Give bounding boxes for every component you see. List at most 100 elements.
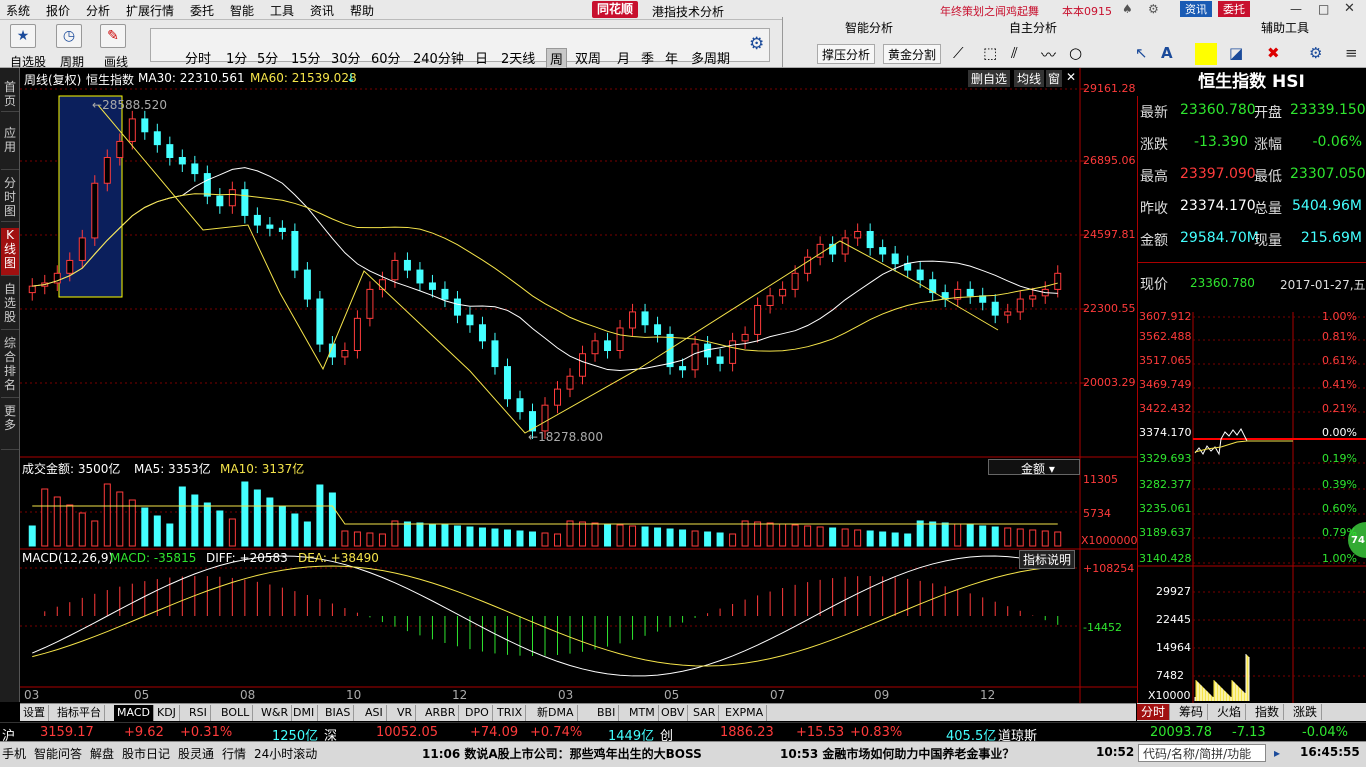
period-30min[interactable]: 30分 [331,48,361,67]
tab-ranking[interactable]: 综合排名 [1,336,19,398]
status-market[interactable]: 行情 [222,745,246,762]
indicator-tab-rsi[interactable]: RSI [186,705,211,721]
indicator-tab-expma[interactable]: EXPMA [722,705,768,721]
period-settings-icon[interactable]: ⚙ [749,34,764,54]
sz-value[interactable]: 10052.05 [376,725,438,740]
indicator-tab-kdj[interactable]: KDJ [154,705,180,721]
tab-apps[interactable]: 应用 [1,126,19,170]
tab-chips[interactable]: 筹码 [1175,704,1209,720]
menu-smart[interactable]: 智能 [230,2,254,19]
period-year[interactable]: 年 [665,48,678,67]
period-clock-icon[interactable]: ◷ [56,24,82,48]
rect-draw-icon[interactable]: ⬚ [983,44,997,62]
text-tool-icon[interactable]: A [1161,44,1173,62]
indicator-tab-dpo[interactable]: DPO [462,705,493,721]
golden-section-button[interactable]: 黄金分割 [883,44,942,64]
tab-flame[interactable]: 火焰 [1213,704,1247,720]
cy-value[interactable]: 1886.23 [720,725,774,740]
period-multi[interactable]: 多周期 [691,48,730,67]
indicator-help-button[interactable]: 指标说明 [1019,550,1076,569]
close-icon[interactable]: ✕ [1344,1,1355,16]
period-1min[interactable]: 1分 [226,48,247,67]
period-biweek[interactable]: 双周 [575,48,601,67]
indicator-tab-[interactable]: 设置 [20,705,49,721]
bookmark-icon[interactable]: ◪ [1229,44,1243,62]
indicator-tab-mtm[interactable]: MTM [626,705,659,721]
indicator-tab-macd[interactable]: MACD [114,705,154,721]
more-tools-icon[interactable]: ≡ [1345,44,1358,62]
period-60min[interactable]: 60分 [371,48,401,67]
menu-quote[interactable]: 报价 [46,2,70,19]
cursor-icon[interactable]: ↖ [1135,44,1148,62]
menu-info[interactable]: 资讯 [310,2,334,19]
menu-help[interactable]: 帮助 [350,2,374,19]
search-arrow-icon[interactable]: ▸ [1274,746,1280,760]
period-5min[interactable]: 5分 [257,48,278,67]
period-intraday[interactable]: 分时 [185,48,211,67]
draw-pen-icon[interactable]: ✎ [100,24,126,48]
indicator-tab-asi[interactable]: ASI [362,705,387,721]
menu-tools[interactable]: 工具 [270,2,294,19]
period-2day[interactable]: 2天线 [501,48,535,67]
indicator-tab-dmi[interactable]: DMI [290,705,319,721]
tool-settings-icon[interactable]: ⚙ [1309,44,1322,62]
ma-button[interactable]: 均线 [1014,70,1045,87]
watchlist-star-icon[interactable]: ★ [10,24,36,48]
tab-watchlist[interactable]: 自选股 [1,282,19,330]
status-smart-qa[interactable]: 智能问答 [34,745,82,762]
tab-intraday-mini[interactable]: 分时 [1137,704,1171,720]
indicator-tab-arbr[interactable]: ARBR [422,705,460,721]
volume-type-select[interactable]: 金额 ▾ [988,459,1080,476]
dj-value[interactable]: 20093.78 [1150,725,1212,740]
indicator-tab-wr[interactable]: W&R [258,705,293,721]
maximize-icon[interactable]: □ [1318,2,1329,16]
tab-updown[interactable]: 涨跌 [1289,704,1323,720]
support-resistance-button[interactable]: 撑压分析 [817,44,876,64]
news-ticker-1[interactable]: 11:06 数说A股上市公司：那些鸡年出生的大BOSS [422,745,702,762]
indicator-tab-dma[interactable]: 新DMA [534,705,578,721]
indicator-tab-obv[interactable]: OBV [658,705,689,721]
tab-kline[interactable]: K线图 [1,228,19,276]
status-commentary[interactable]: 解盘 [90,745,114,762]
indicator-tab-vr[interactable]: VR [394,705,417,721]
parallel-draw-icon[interactable]: ⫽ [1011,44,1018,62]
trade-button[interactable]: 委托 [1218,1,1250,18]
period-240min[interactable]: 240分钟 [413,48,464,67]
status-mobile[interactable]: 手机 [2,745,26,762]
kline-chart[interactable] [20,68,1137,703]
circle-draw-icon[interactable]: ○ [1069,44,1082,62]
tab-home[interactable]: 首页 [1,80,19,112]
tab-more[interactable]: 更多 [1,404,19,450]
shirt-icon[interactable]: ♠ [1122,2,1133,16]
search-input[interactable]: 代码/名称/简拼/功能 [1138,744,1266,762]
window-button[interactable]: 窗 [1046,70,1063,87]
line-draw-icon[interactable]: ⟋ [953,44,964,62]
delete-icon[interactable]: ✖ [1267,44,1280,62]
indicator-tab-trix[interactable]: TRIX [494,705,527,721]
tab-index[interactable]: 指数 [1251,704,1285,720]
sh-value[interactable]: 3159.17 [40,725,94,740]
indicator-tab-sar[interactable]: SAR [690,705,720,721]
color-picker-icon[interactable] [1195,43,1217,65]
status-stock-tips[interactable]: 股灵通 [178,745,214,762]
period-week[interactable]: 周 [546,48,568,69]
indicator-tab-boll[interactable]: BOLL [218,705,254,721]
status-24h-roll[interactable]: 24小时滚动 [254,745,317,762]
chart-close-icon[interactable]: ✕ [1066,70,1076,84]
period-month[interactable]: 月 [617,48,630,67]
menu-system[interactable]: 系统 [6,2,30,19]
remove-watchlist-button[interactable]: 删自选 [968,70,1011,87]
settings-icon[interactable]: ⚙ [1148,2,1159,16]
period-day[interactable]: 日 [475,48,488,67]
indicator-tab-bbi[interactable]: BBI [594,705,620,721]
wave-draw-icon[interactable]: 〰 [1041,44,1056,65]
period-15min[interactable]: 15分 [291,48,321,67]
period-quarter[interactable]: 季 [641,48,654,67]
info-button[interactable]: 资讯 [1180,1,1212,18]
status-diary[interactable]: 股市日记 [122,745,170,762]
menu-trade[interactable]: 委托 [190,2,214,19]
menu-analysis[interactable]: 分析 [86,2,110,19]
minimize-icon[interactable]: — [1290,2,1302,16]
floating-badge-label[interactable]: 74 [1351,535,1365,546]
indicator-tab-[interactable]: 指标平台 [54,705,105,721]
